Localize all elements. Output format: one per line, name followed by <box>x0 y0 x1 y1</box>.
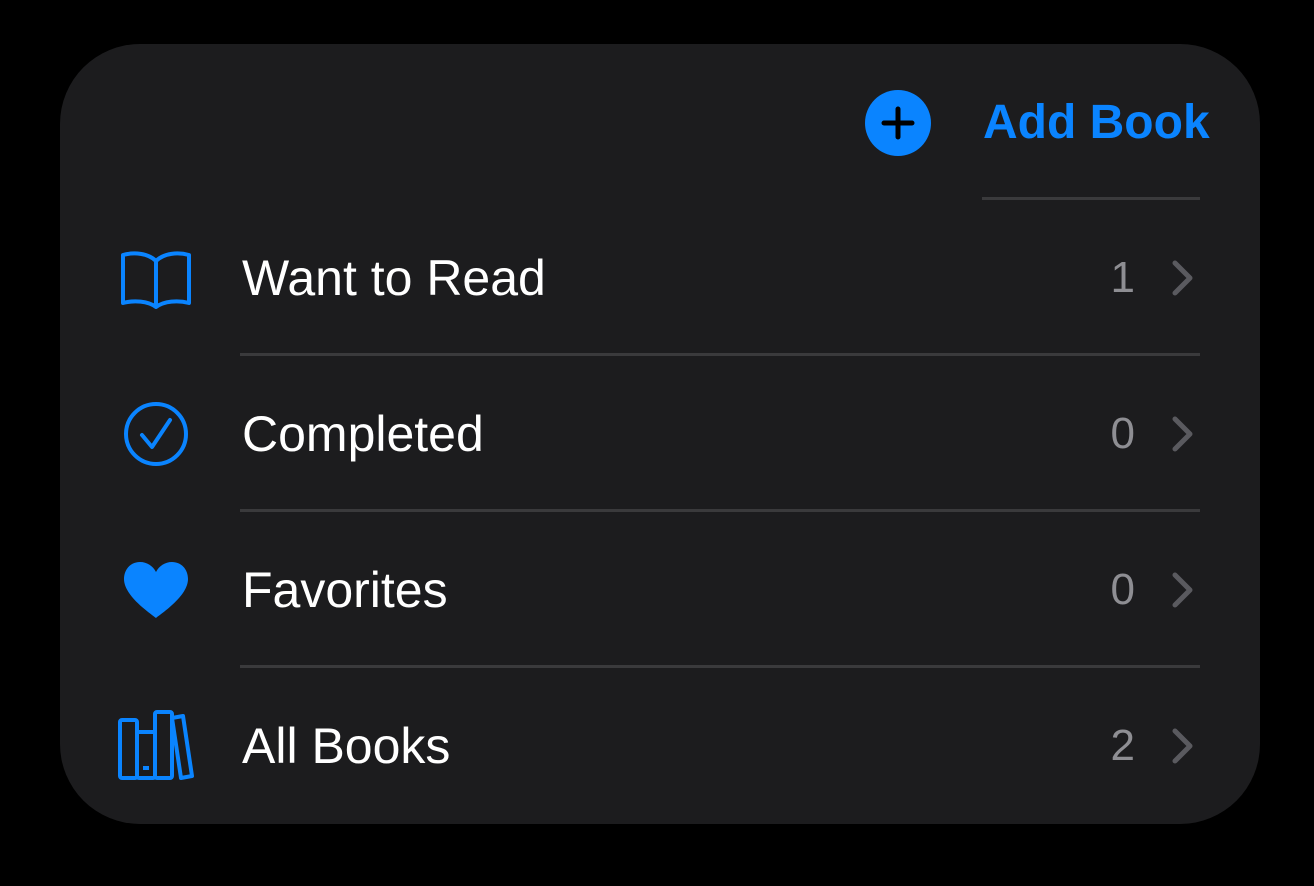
add-book-button[interactable]: Add Book <box>865 90 1210 156</box>
add-book-label: Add Book <box>983 96 1210 149</box>
chevron-right-icon <box>1168 728 1196 764</box>
widget-header: Add Book <box>60 44 1260 200</box>
list-row-label: Completed <box>242 406 484 462</box>
list-row-count: 0 <box>1110 409 1135 458</box>
list-row-count: 2 <box>1110 721 1135 770</box>
list-row-label: All Books <box>242 718 451 774</box>
list-row-count: 1 <box>1110 253 1135 302</box>
book-open-icon <box>116 241 196 315</box>
chevron-right-icon <box>1168 260 1196 296</box>
plus-circle-icon <box>865 90 931 156</box>
list-row-label: Favorites <box>242 562 448 618</box>
list-row-count: 0 <box>1110 565 1135 614</box>
book-lists-widget: Add Book Want to Read 1 Completed 0 Favo… <box>60 44 1260 824</box>
chevron-right-icon <box>1168 416 1196 452</box>
list-row-all-books[interactable]: All Books 2 <box>60 668 1260 824</box>
list-row-label: Want to Read <box>242 250 546 306</box>
chevron-right-icon <box>1168 572 1196 608</box>
books-vertical-icon <box>116 709 196 783</box>
checkmark-circle-icon <box>116 397 196 471</box>
list-row-completed[interactable]: Completed 0 <box>60 356 1260 512</box>
heart-fill-icon <box>116 553 196 627</box>
list-row-favorites[interactable]: Favorites 0 <box>60 512 1260 668</box>
list-row-want-to-read[interactable]: Want to Read 1 <box>60 200 1260 356</box>
